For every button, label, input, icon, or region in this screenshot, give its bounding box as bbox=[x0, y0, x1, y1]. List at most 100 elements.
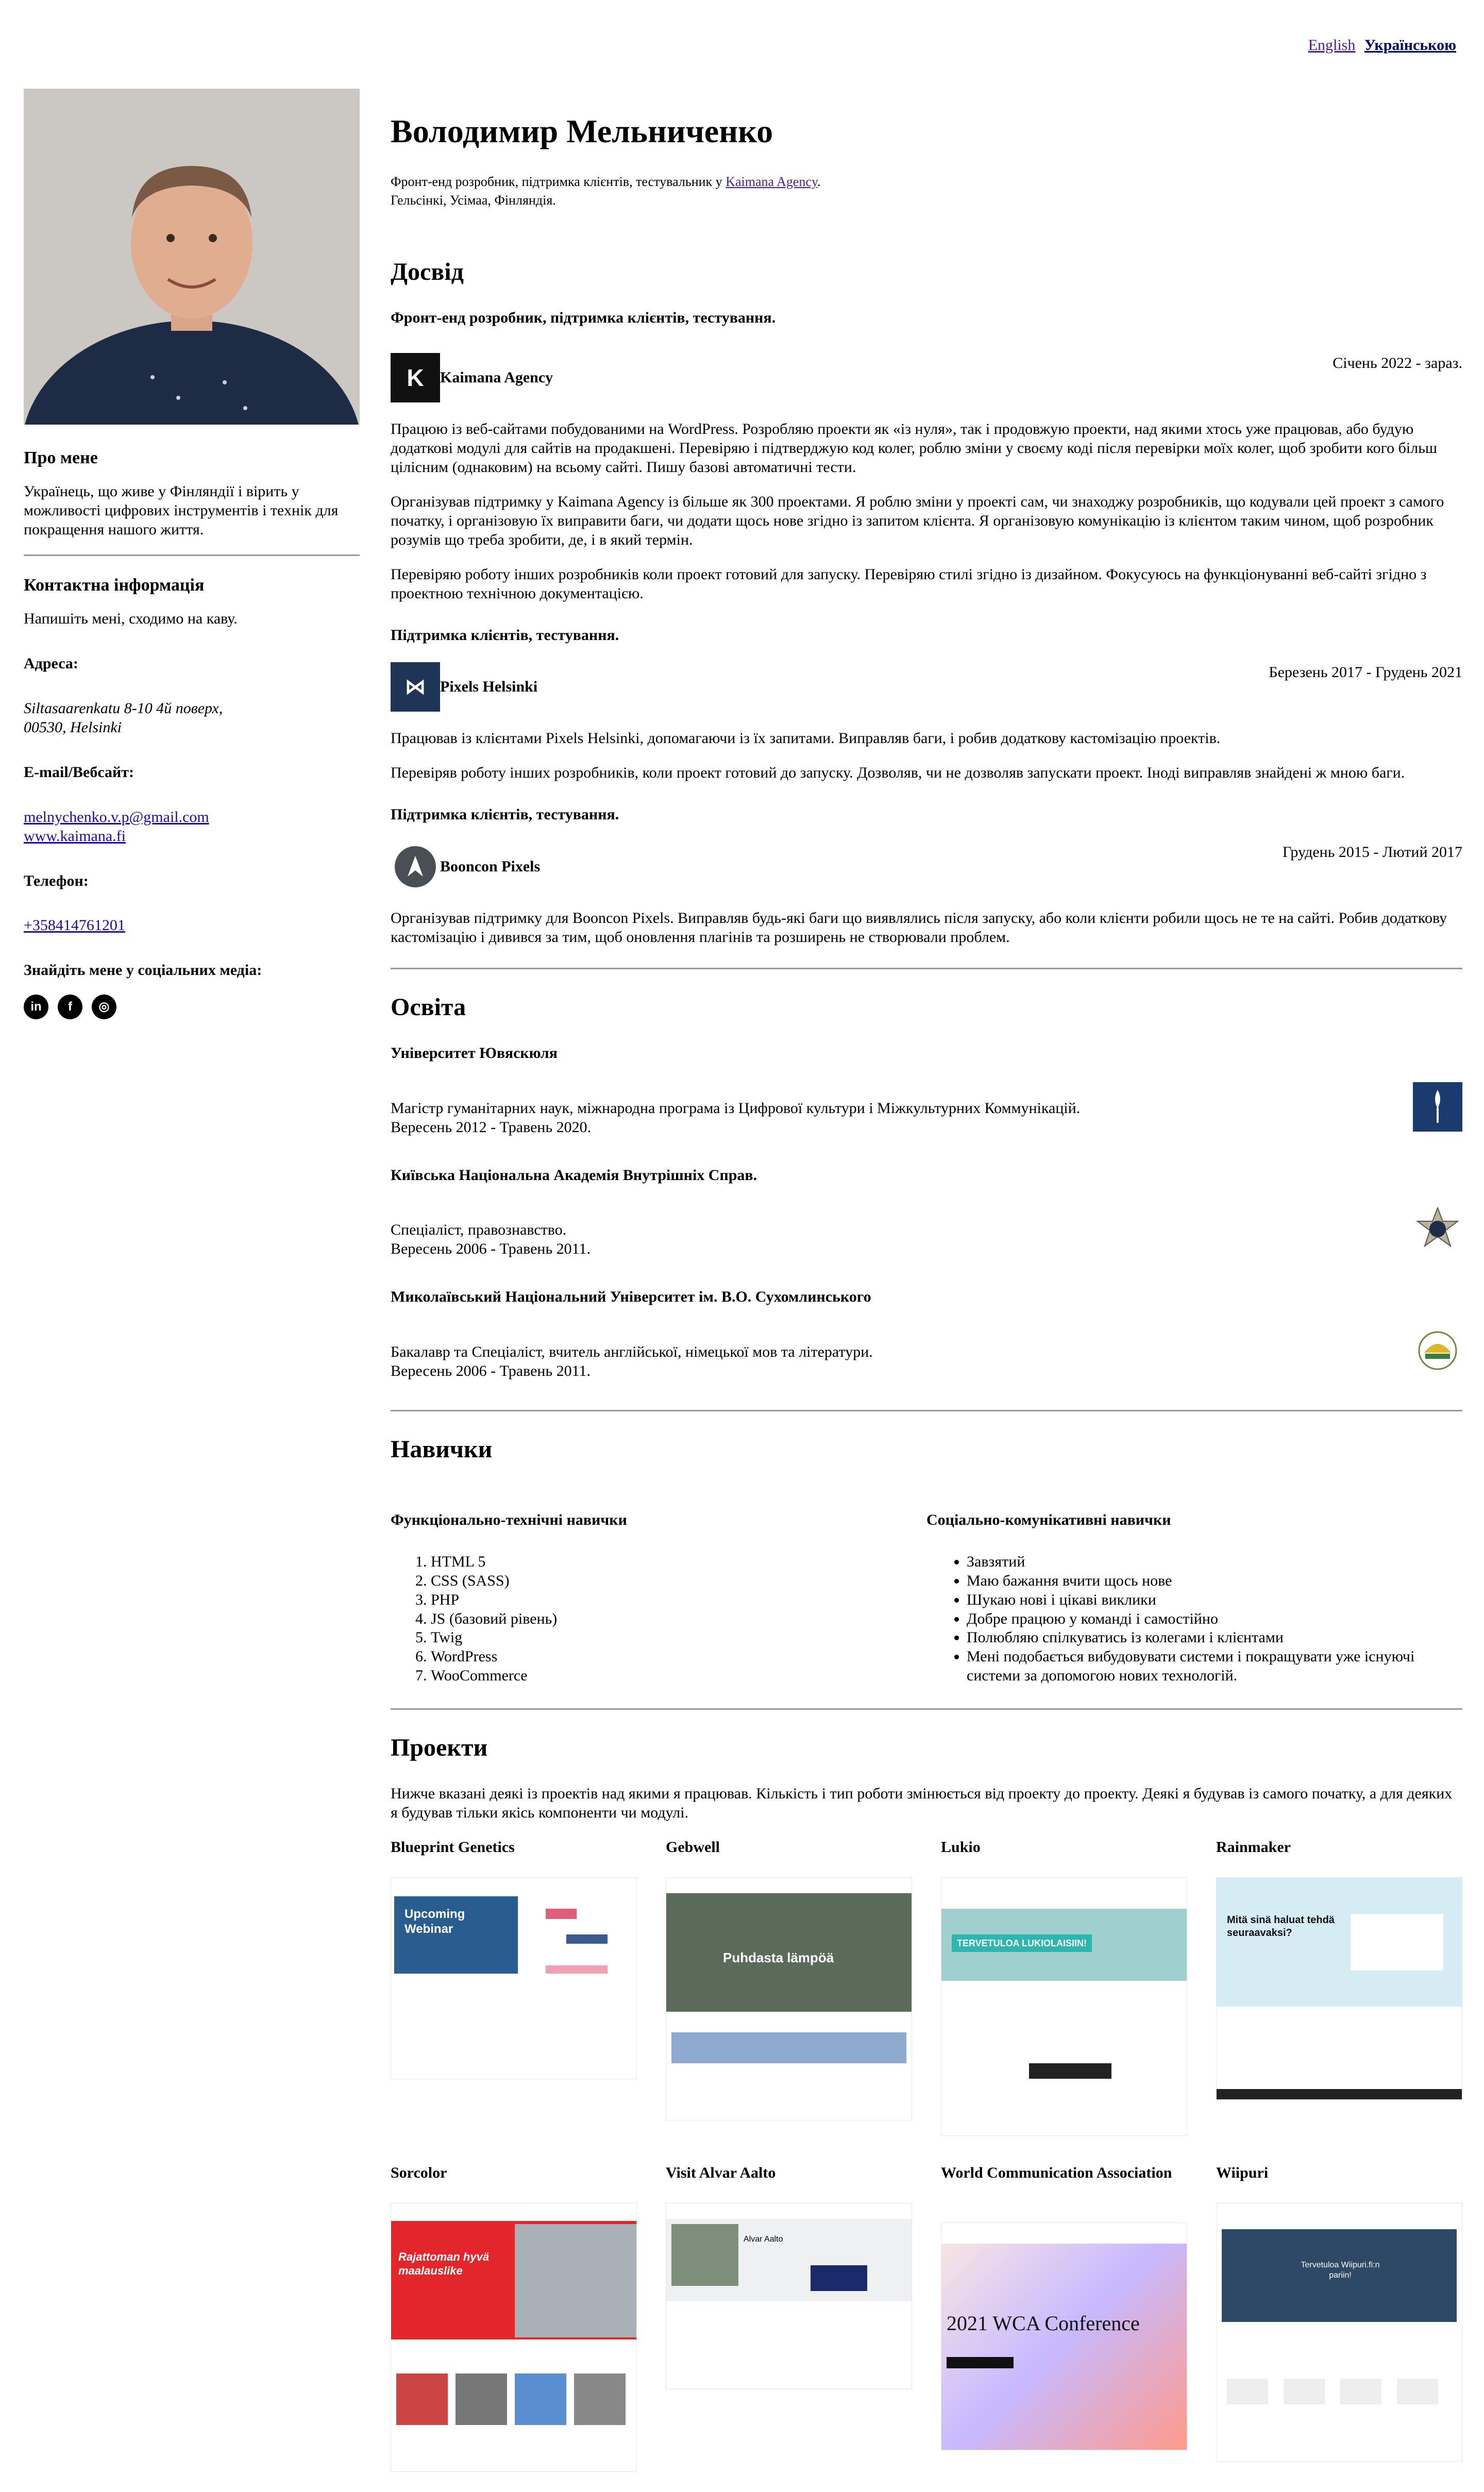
project-screenshot: Mitä sinä haluat tehdä seuraavaksi? bbox=[1216, 1877, 1462, 2100]
school-name: Київська Національна Академія Внутрішніх… bbox=[391, 1166, 757, 1184]
education-item: Університет Ювяскюля Магістр гуманітарни… bbox=[391, 1044, 1462, 1137]
company-name: Booncon Pixels bbox=[440, 857, 541, 875]
employer-link[interactable]: Kaimana Agency bbox=[726, 174, 817, 189]
lang-english-link[interactable]: English bbox=[1308, 37, 1356, 54]
linkedin-icon[interactable]: in bbox=[24, 995, 48, 1020]
university-emblem-icon bbox=[1413, 1326, 1462, 1375]
education-title: Освіта bbox=[391, 993, 466, 1021]
job-dates: Грудень 2015 - Лютий 2017 bbox=[1282, 844, 1462, 861]
job-paragraph: Організував підтримку у Kaimana Agency і… bbox=[391, 493, 1444, 548]
job-pixels: Підтримка клієнтів, тестування. ⋈ Pixels… bbox=[391, 626, 1462, 783]
project-screenshot: Puhdasta lämpöä bbox=[666, 1877, 912, 2120]
degree: Спеціаліст, правознавство. bbox=[391, 1221, 567, 1239]
school-name: Університет Ювяскюля bbox=[391, 1044, 558, 1062]
project-card[interactable]: Rainmaker Mitä sinä haluat tehdä seuraav… bbox=[1216, 1838, 1462, 2136]
phone-link[interactable]: +358414761201 bbox=[24, 917, 125, 934]
skill-item: Мені подобається вибудовувати системи і … bbox=[967, 1647, 1462, 1686]
education-item: Київська Національна Академія Внутрішніх… bbox=[391, 1166, 1462, 1259]
skill-item: Добре працюю у команді і самостійно bbox=[967, 1610, 1462, 1629]
facebook-icon[interactable]: f bbox=[58, 995, 82, 1020]
project-screenshot: Rajattoman hyvä maalauslike bbox=[391, 2202, 637, 2472]
tech-skills-title: Функціонально-технічні навички bbox=[391, 1511, 627, 1528]
academy-emblem-icon bbox=[1413, 1204, 1462, 1254]
project-card[interactable]: Wiipuri Tervetuloa Wiipuri.fi:n pariin! bbox=[1216, 2164, 1462, 2472]
email-label: E-mail/Вебсайт: bbox=[24, 763, 134, 781]
lang-ukrainian-link[interactable]: Українською bbox=[1364, 37, 1456, 54]
social-links: in f ◎ bbox=[24, 995, 360, 1020]
education-dates: Вересень 2006 - Травень 2011. bbox=[391, 1240, 591, 1258]
website-link[interactable]: www.kaimana.fi bbox=[24, 828, 126, 845]
jyu-logo-icon bbox=[1413, 1082, 1462, 1132]
shot-text: Rajattoman hyvä maalauslike bbox=[398, 2250, 490, 2277]
project-card[interactable]: Blueprint Genetics Upcoming Webinar bbox=[391, 1838, 637, 2136]
job-paragraph: Працював із клієнтами Pixels Helsinki, д… bbox=[391, 730, 1221, 747]
skill-item: WooCommerce bbox=[431, 1666, 926, 1686]
company-name: Pixels Helsinki bbox=[440, 678, 538, 695]
address-label: Адреса: bbox=[24, 655, 78, 672]
project-screenshot: 2021 WCA Conference bbox=[941, 2222, 1187, 2450]
pixels-logo-icon: ⋈ bbox=[391, 662, 440, 712]
skill-item: PHP bbox=[431, 1591, 926, 1610]
project-name: Sorcolor bbox=[391, 2164, 447, 2181]
shot-text: Tervetuloa Wiipuri.fi:n pariin! bbox=[1301, 2260, 1380, 2280]
shot-text: Puhdasta lämpöä bbox=[723, 1949, 834, 1965]
language-switcher: English Українською bbox=[1303, 36, 1456, 55]
projects-title: Проекти bbox=[391, 1734, 488, 1762]
project-card[interactable]: Lukio TERVETULOA LUKIOLAISIIN! bbox=[941, 1838, 1187, 2136]
location: Гельсінкі, Усімаа, Фінляндія. bbox=[391, 193, 556, 208]
project-name: Wiipuri bbox=[1216, 2164, 1269, 2181]
project-name: Gebwell bbox=[666, 1838, 720, 1856]
job-kaimana: Фронт-енд розробник, підтримка клієнтів,… bbox=[391, 309, 1462, 603]
degree: Бакалавр та Спеціаліст, вчитель англійсь… bbox=[391, 1343, 873, 1361]
shot-text: Alvar Aalto bbox=[744, 2234, 783, 2244]
skill-item: CSS (SASS) bbox=[431, 1572, 926, 1591]
person-name: Володимир Мельниченко bbox=[391, 113, 773, 149]
project-card[interactable]: Visit Alvar Aalto Alvar Aalto bbox=[666, 2164, 912, 2472]
job-paragraph: Перевіряв роботу інших розробників, коли… bbox=[391, 764, 1405, 782]
projects-grid: Blueprint Genetics Upcoming Webinar Gebw… bbox=[391, 1838, 1462, 2472]
phone-label: Телефон: bbox=[24, 872, 89, 889]
project-name: Blueprint Genetics bbox=[391, 1838, 515, 1856]
skill-item: WordPress bbox=[431, 1647, 926, 1666]
main-content: Володимир Мельниченко Фронт-енд розробни… bbox=[391, 103, 1462, 2472]
projects-intro: Нижче вказані деякі із проектів над яким… bbox=[391, 1785, 1453, 1822]
skill-item: Полюбляю спілкуватись із колегами і кліє… bbox=[967, 1628, 1462, 1647]
shot-text: 2021 WCA Conference bbox=[947, 2311, 1140, 2335]
booncon-logo-icon bbox=[391, 842, 440, 892]
skill-item: Завзятий bbox=[967, 1553, 1462, 1572]
experience-title: Досвід bbox=[391, 258, 464, 285]
project-card[interactable]: Gebwell Puhdasta lämpöä bbox=[666, 1838, 912, 2136]
skills-columns: Функціонально-технічні навички HTML 5 CS… bbox=[391, 1511, 1462, 1686]
address-line: Siltasaarenkatu 8-10 4й поверх, bbox=[24, 700, 223, 717]
subtitle-end: . bbox=[817, 174, 821, 189]
address: Siltasaarenkatu 8-10 4й поверх, 00530, H… bbox=[24, 699, 360, 737]
job-dates: Січень 2022 - зараз. bbox=[1333, 355, 1462, 372]
instagram-icon[interactable]: ◎ bbox=[92, 995, 116, 1020]
section-divider bbox=[391, 967, 1462, 969]
skill-item: JS (базовий рівень) bbox=[431, 1610, 926, 1629]
education-item: Миколаївський Національний Університет і… bbox=[391, 1288, 1462, 1381]
project-card[interactable]: World Communication Association 2021 WCA… bbox=[941, 2164, 1187, 2472]
education-dates: Вересень 2012 - Травень 2020. bbox=[391, 1118, 592, 1136]
skill-item: Twig bbox=[431, 1628, 926, 1647]
company-row: K Kaimana Agency Січень 2022 - зараз. bbox=[391, 353, 1462, 403]
school-name: Миколаївський Національний Університет і… bbox=[391, 1288, 871, 1306]
company-name: Kaimana Agency bbox=[440, 368, 553, 386]
job-dates: Березень 2017 - Грудень 2021 bbox=[1269, 664, 1462, 681]
degree: Магістр гуманітарних наук, міжнародна пр… bbox=[391, 1099, 1081, 1117]
skill-item: HTML 5 bbox=[431, 1553, 926, 1572]
job-booncon: Підтримка клієнтів, тестування. Booncon … bbox=[391, 805, 1462, 947]
project-card[interactable]: Sorcolor Rajattoman hyvä maalauslike bbox=[391, 2164, 637, 2472]
email-link[interactable]: melnychenko.v.p@gmail.com bbox=[24, 809, 209, 826]
project-name: Visit Alvar Aalto bbox=[666, 2164, 776, 2181]
kaimana-logo-icon: K bbox=[391, 353, 440, 403]
sidebar-divider bbox=[24, 554, 360, 557]
project-screenshot: Tervetuloa Wiipuri.fi:n pariin! bbox=[1216, 2202, 1462, 2462]
sidebar: Про мене Українець, що живе у Фінляндії … bbox=[24, 89, 360, 1020]
shot-text: Mitä sinä haluat tehdä seuraavaksi? bbox=[1227, 1914, 1335, 1939]
skill-item: Маю бажання вчити щось нове bbox=[967, 1572, 1462, 1591]
section-divider bbox=[391, 1409, 1462, 1411]
education-dates: Вересень 2006 - Травень 2011. bbox=[391, 1362, 591, 1380]
job-role: Фронт-енд розробник, підтримка клієнтів,… bbox=[391, 309, 776, 326]
subtitle: Фронт-енд розробник, підтримка клієнтів,… bbox=[391, 173, 1462, 210]
